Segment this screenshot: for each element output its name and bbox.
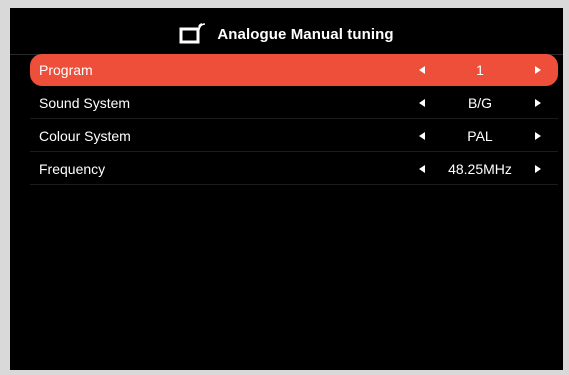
menu-row-colour-system[interactable]: Colour System PAL — [30, 120, 558, 152]
arrow-right-icon[interactable] — [535, 164, 541, 173]
menu-row-value: 48.25MHz — [448, 160, 512, 177]
arrow-left-icon[interactable] — [419, 65, 425, 74]
menu-row-label: Frequency — [39, 160, 106, 177]
title-bar: Analogue Manual tuning — [10, 20, 563, 48]
menu-row-label: Program — [39, 61, 93, 78]
menu-row-frequency[interactable]: Frequency 48.25MHz — [30, 153, 558, 185]
menu-row-label: Colour System — [39, 127, 131, 144]
menu-row-sound-system[interactable]: Sound System B/G — [30, 87, 558, 119]
menu-row-program[interactable]: Program 1 — [30, 54, 558, 86]
arrow-left-icon[interactable] — [419, 164, 425, 173]
tv-screen: Analogue Manual tuning Program 1 Sound S… — [10, 8, 563, 370]
tuning-menu: Program 1 Sound System B/G Colour System… — [30, 54, 558, 186]
menu-row-value: 1 — [476, 61, 484, 78]
menu-row-value: B/G — [467, 94, 493, 111]
arrow-right-icon[interactable] — [535, 65, 541, 74]
arrow-left-icon[interactable] — [419, 131, 425, 140]
menu-row-label: Sound System — [39, 94, 131, 111]
arrow-left-icon[interactable] — [419, 98, 425, 107]
arrow-right-icon[interactable] — [535, 131, 541, 140]
tv-signal-icon — [179, 22, 207, 46]
tv-frame: Analogue Manual tuning Program 1 Sound S… — [0, 0, 569, 375]
page-title: Analogue Manual tuning — [217, 25, 394, 43]
menu-row-value: PAL — [467, 127, 493, 144]
arrow-right-icon[interactable] — [535, 98, 541, 107]
